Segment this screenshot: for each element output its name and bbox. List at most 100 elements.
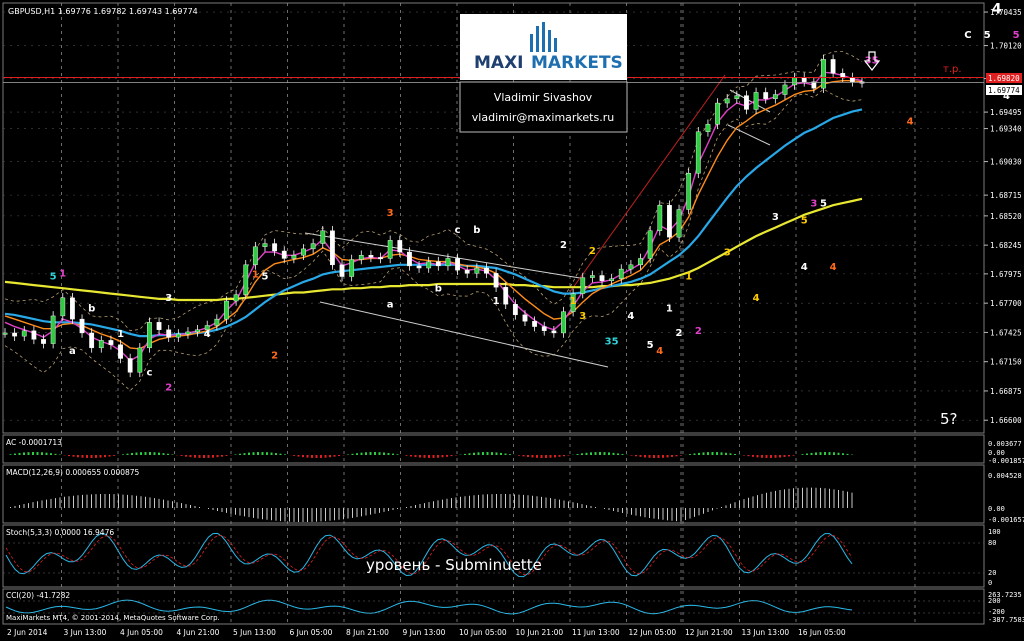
y-tick-label: 1.67975 (990, 270, 1022, 279)
candle-down (79, 318, 85, 334)
stoch-tick-80: 80 (988, 539, 996, 547)
wave-label: c (455, 225, 461, 236)
author-email: vladimir@maximarkets.ru (472, 111, 614, 124)
stoch-tick-0: 0 (988, 579, 992, 587)
wave-label: 3 (810, 198, 817, 209)
y-tick-label: 1.68715 (990, 191, 1022, 200)
wave-label: 4 (753, 293, 760, 304)
candle-up (98, 340, 104, 349)
candle-up (715, 102, 720, 125)
cci-tick-low: -387.7583 (988, 616, 1024, 624)
candle-down (41, 339, 46, 344)
wave-label: 3 (724, 247, 731, 258)
bollinger-bands (4, 51, 863, 392)
x-tick-label: 6 Jun 05:00 (290, 628, 333, 637)
candle-down (12, 332, 18, 337)
candle-up (589, 275, 595, 278)
ac-tick-top: 0.003677 (988, 440, 1022, 448)
candle-down (339, 264, 345, 277)
candle-up (753, 92, 759, 110)
candle-up (628, 264, 634, 270)
current-price-text: 1.69774 (988, 86, 1020, 95)
ac-tick-mid: 0.00 (988, 449, 1005, 457)
y-tick-label: 1.66875 (990, 387, 1022, 396)
candle-up (147, 322, 152, 349)
lower-band-line (4, 88, 863, 392)
wave-label: 1 (685, 272, 692, 283)
wave-label: 5 (647, 340, 654, 351)
candle-down (31, 330, 37, 340)
wave-label: a (69, 346, 76, 357)
candle-down (89, 332, 95, 349)
x-tick-label: 8 Jun 21:00 (346, 628, 389, 637)
x-tick-label: 3 Jun 13:00 (64, 628, 107, 637)
cci-label: CCI(20) -41.7282 (6, 591, 70, 600)
candle-down (455, 258, 460, 271)
x-tick-label: 16 Jun 05:00 (798, 628, 846, 637)
candle-up (782, 84, 788, 95)
y-tick-label: 1.68245 (990, 241, 1022, 250)
author-name: Vladimir Sivashov (494, 91, 593, 104)
y-tick-label: 1.68520 (990, 212, 1022, 221)
x-tick-label: 13 Jun 13:00 (742, 628, 790, 637)
copyright-text: MaxiMarkets MT4, © 2001-2014, MetaQuotes… (6, 614, 220, 622)
candle-down (416, 265, 422, 269)
wave-label: 2 (165, 382, 172, 393)
candle-down (849, 77, 855, 82)
candle-up (445, 258, 451, 267)
candle-down (763, 92, 769, 99)
y-tick-label: 1.67700 (990, 299, 1022, 308)
wave-label: 3 (579, 311, 586, 322)
stoch-label: Stoch(5,3,3) 0.0000 16.9476 (6, 528, 114, 537)
wave-label: 4 (830, 262, 837, 273)
candle-down (156, 322, 162, 330)
candle-down (368, 255, 374, 258)
wave-label: 2 (676, 328, 683, 339)
y-tick-label: 1.70120 (990, 42, 1022, 51)
candle-down (484, 267, 489, 274)
wave-label: b (473, 225, 480, 236)
candle-down (830, 59, 836, 74)
candle-up (233, 294, 239, 302)
candle-up (349, 259, 355, 277)
time-axis: 2 Jun 2014 3 Jun 13:00 4 Jun 05:00 4 Jun 21… (7, 628, 846, 637)
candle-down (272, 243, 278, 252)
candle-down (329, 230, 335, 266)
wave-label: 5 (262, 272, 269, 283)
ac-label: AC -0.0001713 (6, 438, 62, 447)
candle-down (541, 326, 547, 332)
y-tick-label: 1.67150 (990, 358, 1022, 367)
candle-up (705, 124, 711, 132)
red-price-tag: 1.69820 (986, 73, 1022, 83)
wave-label: 2 (271, 350, 278, 361)
candle-up (618, 268, 624, 279)
candle-up (291, 255, 297, 259)
logo-block: MAXI MARKETS Vladimir Sivashov vladimir@… (459, 14, 628, 133)
candle-up (21, 330, 27, 337)
candle-down (378, 257, 383, 260)
candle-up (580, 277, 586, 294)
wave-label: 1 (252, 270, 259, 281)
chart-canvas: 5 1ab134c21 523ac bb12213354125421343 53 54 43… (2, 2, 1024, 637)
wave-label: 1 (117, 329, 124, 340)
price-axis: 1.704351.701201.698101.694951.693401.690… (984, 8, 1022, 425)
candle-up (320, 230, 326, 244)
candle-down (108, 340, 114, 345)
bottom-right-mark: 5? (940, 410, 958, 428)
wave-label: 4 (801, 262, 808, 273)
candle-up (195, 329, 200, 333)
candle-up (647, 230, 653, 259)
candle-up (695, 131, 701, 174)
macd-label: MACD(12,26,9) 0.000655 0.000875 (6, 468, 140, 477)
x-tick-label: 10 Jun 21:00 (516, 628, 564, 637)
wave-label: b (435, 283, 442, 294)
stoch-tick-20: 20 (988, 569, 996, 577)
y-tick-label: 1.69030 (990, 158, 1022, 167)
candle-up (686, 173, 692, 210)
candle-down (493, 273, 499, 288)
candle-up (2, 332, 8, 335)
candle-down (127, 358, 133, 373)
wave-label: 3 (772, 212, 779, 223)
wave-label: b (88, 304, 95, 315)
price-series (4, 71, 863, 362)
